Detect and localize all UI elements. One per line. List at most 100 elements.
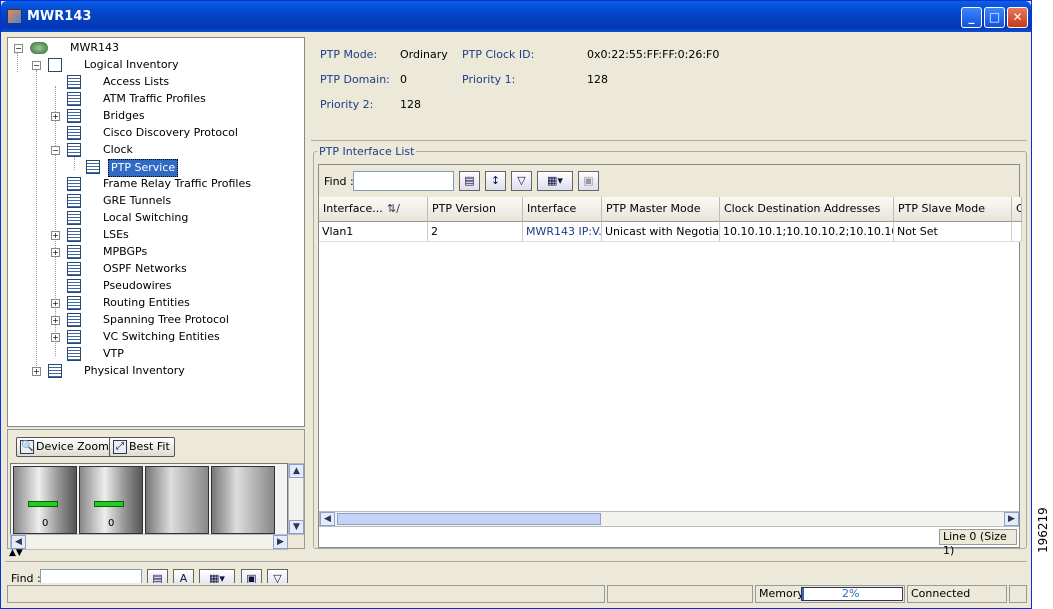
priority1-value: 128 — [587, 73, 608, 86]
expand-icon[interactable]: + — [51, 112, 60, 121]
tree-node[interactable]: + VC Switching Entities — [51, 329, 273, 345]
column-header[interactable]: Interface... ⇅/ — [319, 197, 428, 222]
memory-status: Memory: 2% — [755, 585, 905, 603]
scroll-right-icon[interactable]: ▶ — [1004, 512, 1019, 526]
column-chooser-icon[interactable]: ▦▾ — [199, 569, 235, 583]
memory-value: 2% — [842, 587, 860, 600]
scroll-left-icon[interactable]: ◀ — [11, 535, 26, 549]
slot-number: 0 — [42, 518, 49, 529]
expand-icon[interactable]: + — [32, 367, 41, 376]
close-button[interactable]: ✕ — [1007, 7, 1028, 28]
sort-icon[interactable]: ↕ — [485, 171, 506, 191]
collapse-icon[interactable]: − — [32, 61, 41, 70]
inventory-tree[interactable]: − MWR143 − Logical Inventory Access List… — [7, 37, 305, 427]
tree-node[interactable]: Cisco Discovery Protocol — [53, 125, 273, 141]
tree-node-logical-inventory[interactable]: − Logical Inventory — [32, 57, 234, 73]
ptp-mode-value: Ordinary — [400, 48, 448, 61]
column-header[interactable]: Clock Destination Addresses — [720, 197, 894, 222]
scroll-right-icon[interactable]: ▶ — [273, 535, 288, 549]
tree-node[interactable]: Pseudowires — [53, 278, 273, 294]
sort-indicator-icon: ⇅/ — [387, 202, 400, 215]
minimize-button[interactable]: _ — [961, 7, 982, 28]
tree-node[interactable]: Access Lists — [53, 74, 273, 90]
slot-number: 0 — [108, 518, 115, 529]
list-icon — [67, 262, 81, 276]
table-cell[interactable]: 2 — [428, 222, 523, 242]
tree-node[interactable]: VTP — [53, 346, 273, 362]
device-zoom-button[interactable]: 🔍 Device Zoom — [16, 437, 114, 457]
scroll-down-icon[interactable]: ▼ — [289, 520, 304, 534]
column-header[interactable]: C — [1012, 197, 1022, 222]
collapse-icon[interactable]: − — [51, 146, 60, 155]
tree-label: Bridges — [103, 109, 145, 122]
save-icon[interactable]: ▤ — [459, 171, 480, 191]
expand-icon[interactable]: + — [51, 248, 60, 257]
tree-node[interactable]: − Clock — [51, 142, 273, 158]
tree-label: VTP — [103, 347, 124, 360]
chassis-view[interactable]: 0 0 — [10, 463, 288, 535]
scroll-left-icon[interactable]: ◀ — [320, 512, 335, 526]
tree-node[interactable]: Frame Relay Traffic Profiles — [53, 176, 273, 192]
chassis-slot[interactable] — [211, 466, 275, 534]
table-cell[interactable] — [1012, 222, 1022, 242]
filter-icon[interactable]: ▽ — [511, 171, 532, 191]
horizontal-scrollbar[interactable]: ◀ ▶ — [10, 534, 288, 550]
column-chooser-icon[interactable]: ▦▾ — [537, 171, 573, 191]
column-header-label: PTP Master Mode — [606, 202, 701, 215]
find-input[interactable] — [353, 171, 454, 191]
bottom-find-input[interactable] — [40, 569, 142, 583]
tree-node[interactable]: Local Switching — [53, 210, 273, 226]
list-icon — [67, 143, 81, 157]
expand-icon[interactable]: + — [51, 299, 60, 308]
sort-icon[interactable]: A — [173, 569, 194, 583]
column-header[interactable]: PTP Master Mode — [602, 197, 720, 222]
save-icon[interactable]: ▤ — [147, 569, 168, 583]
device-zoom-label: Device Zoom — [36, 440, 109, 453]
tree-node[interactable]: + Spanning Tree Protocol — [51, 312, 273, 328]
list-icon — [67, 296, 81, 310]
chassis-slot[interactable]: 0 — [79, 466, 143, 534]
vertical-scrollbar[interactable]: ▲ ▼ — [288, 463, 304, 535]
application-window: MWR143 _ □ ✕ − MWR143 − Logical Inventor… — [0, 0, 1032, 609]
table-cell[interactable]: Vlan1 — [319, 222, 428, 242]
chassis-slot[interactable] — [145, 466, 209, 534]
tree-node[interactable]: + Bridges — [51, 108, 273, 124]
filter-icon[interactable]: ▽ — [267, 569, 288, 583]
list-icon — [67, 228, 81, 242]
title-bar[interactable]: MWR143 _ □ ✕ — [1, 1, 1031, 32]
collapse-icon[interactable]: − — [14, 44, 23, 53]
table-horizontal-scrollbar[interactable]: ◀ ▶ — [319, 511, 1019, 527]
table-cell[interactable]: Not Set — [894, 222, 1012, 242]
tree-node[interactable]: OSPF Networks — [53, 261, 273, 277]
scroll-up-icon[interactable]: ▲ — [289, 464, 304, 478]
export-icon[interactable]: ▣ — [241, 569, 262, 583]
list-icon — [67, 279, 81, 293]
maximize-button[interactable]: □ — [984, 7, 1005, 28]
best-fit-button[interactable]: ⤢ Best Fit — [109, 437, 175, 457]
table-cell[interactable]: 10.10.10.1;10.10.10.2;10.10.10.3... — [720, 222, 894, 242]
tree-node[interactable]: + Routing Entities — [51, 295, 273, 311]
tree-label: Spanning Tree Protocol — [103, 313, 229, 326]
tree-node-root[interactable]: − MWR143 — [14, 40, 216, 56]
tree-node[interactable]: GRE Tunnels — [53, 193, 273, 209]
column-header[interactable]: PTP Slave Mode — [894, 197, 1012, 222]
tree-node[interactable]: + LSEs — [51, 227, 273, 243]
column-header[interactable]: Interface — [523, 197, 602, 222]
tree-node-physical-inventory[interactable]: + Physical Inventory — [32, 363, 234, 379]
splitter-arrows-icon[interactable]: ▲▼ — [9, 548, 23, 558]
tree-node[interactable]: PTP Service — [72, 159, 292, 177]
tree-node[interactable]: + MPBGPs — [51, 244, 273, 260]
status-message — [7, 585, 605, 603]
expand-icon[interactable]: + — [51, 231, 60, 240]
table-cell[interactable]: Unicast with Negotiati... — [602, 222, 720, 242]
expand-icon[interactable]: + — [51, 316, 60, 325]
chassis-slot[interactable]: 0 — [13, 466, 77, 534]
expand-icon[interactable]: + — [51, 333, 60, 342]
list-icon — [67, 313, 81, 327]
tree-node[interactable]: ATM Traffic Profiles — [53, 91, 273, 107]
export-icon[interactable]: ▣ — [578, 171, 599, 191]
splitter[interactable]: ▲▼ — [5, 548, 1027, 559]
scroll-thumb[interactable] — [337, 513, 601, 525]
column-header[interactable]: PTP Version — [428, 197, 523, 222]
table-cell[interactable]: MWR143 IP:V... — [523, 222, 602, 242]
